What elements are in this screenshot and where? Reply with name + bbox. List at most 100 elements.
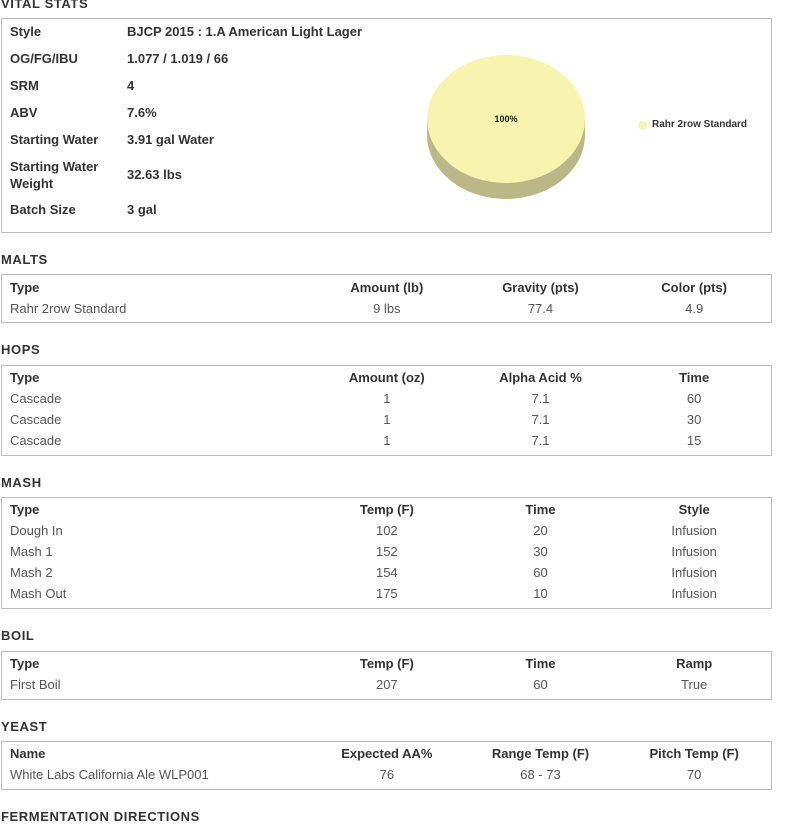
hop-alpha-acid: 7.1	[531, 391, 550, 406]
hops-title: HOPS	[1, 342, 41, 357]
table-header-row: Type Temp (F) Time Ramp	[2, 653, 771, 674]
stat-label: SRM	[10, 78, 39, 93]
mash-step-time: 60	[533, 565, 548, 580]
vital-stats-title: VITAL STATS	[1, 0, 89, 11]
malts-title: MALTS	[1, 252, 48, 267]
hop-time: 60	[686, 391, 702, 406]
col-header-time: Time	[679, 370, 710, 385]
yeast-table-box: Name Expected AA% Range Temp (F) Pitch T…	[1, 741, 772, 790]
col-header-temp: Temp (F)	[359, 656, 414, 671]
hop-alpha-acid: 7.1	[531, 433, 550, 448]
hop-amount: 1	[383, 412, 391, 427]
mash-step-type: Mash 1	[10, 544, 53, 559]
stat-label: Starting Water Weight	[10, 159, 99, 191]
col-header-gravity: Gravity (pts)	[502, 280, 579, 295]
col-header-amount: Amount (lb)	[350, 280, 424, 295]
mash-table: Type Temp (F) Time Style Dough In 102 20…	[2, 499, 771, 604]
boil-title: BOIL	[1, 628, 35, 643]
mash-step-style: Infusion	[671, 586, 717, 601]
yeast-range-temp: 68 - 73	[520, 767, 561, 782]
table-row: Dough In 102 20 Infusion	[2, 520, 771, 541]
malt-amount: 9 lbs	[373, 301, 401, 316]
stat-value: 4	[127, 78, 135, 93]
hop-type: Cascade	[10, 412, 62, 427]
mash-step-time: 20	[533, 523, 548, 538]
table-row: First Boil 207 60 True	[2, 674, 771, 695]
stat-value: 3 gal	[127, 202, 157, 217]
boil-ramp: True	[681, 677, 708, 692]
hop-alpha-acid: 7.1	[531, 412, 550, 427]
mash-step-temp: 175	[375, 586, 398, 601]
col-header-type: Type	[10, 502, 40, 517]
stat-label: Starting Water	[10, 132, 99, 147]
col-header-name: Name	[10, 746, 46, 761]
col-header-range-temp: Range Temp (F)	[491, 746, 590, 761]
table-row: White Labs California Ale WLP001 76 68 -…	[2, 764, 771, 785]
table-header-row: Type Amount (oz) Alpha Acid % Time	[2, 367, 771, 388]
stat-value: 32.63 lbs	[127, 167, 182, 182]
mash-table-box: Type Temp (F) Time Style Dough In 102 20…	[1, 497, 772, 609]
mash-step-type: Mash 2	[10, 565, 53, 580]
table-row: Mash Out 175 10 Infusion	[2, 583, 771, 604]
stat-label: Batch Size	[10, 202, 76, 217]
boil-table: Type Temp (F) Time Ramp First Boil 207 6…	[2, 653, 771, 695]
mash-step-type: Mash Out	[10, 586, 67, 601]
yeast-table: Name Expected AA% Range Temp (F) Pitch T…	[2, 743, 771, 785]
mash-step-style: Infusion	[671, 565, 717, 580]
table-row: Cascade 1 7.1 30	[2, 409, 771, 430]
col-header-pitch-temp: Pitch Temp (F)	[649, 746, 739, 761]
mash-step-style: Infusion	[671, 523, 717, 538]
col-header-time: Time	[525, 502, 556, 517]
table-row: Cascade 1 7.1 15	[2, 430, 771, 451]
table-row: Mash 1 152 30 Infusion	[2, 541, 771, 562]
mash-step-temp: 154	[375, 565, 398, 580]
malt-color: 4.9	[685, 301, 704, 316]
col-header-time: Time	[525, 656, 556, 671]
hop-amount: 1	[383, 391, 391, 406]
pie-slice-label: 100%	[494, 114, 517, 124]
mash-step-temp: 152	[375, 544, 398, 559]
table-header-row: Type Amount (lb) Gravity (pts) Color (pt…	[2, 277, 771, 298]
grain-pie-chart: 100%	[427, 55, 585, 199]
mash-step-temp: 102	[375, 523, 398, 538]
legend-swatch	[638, 121, 647, 130]
boil-temp: 207	[375, 677, 398, 692]
vital-stats-box: Style BJCP 2015 : 1.A American Light Lag…	[1, 18, 772, 233]
hop-time: 15	[686, 433, 702, 448]
boil-type: First Boil	[10, 677, 61, 692]
hops-table-box: Type Amount (oz) Alpha Acid % Time Casca…	[1, 365, 772, 456]
col-header-color: Color (pts)	[661, 280, 728, 295]
table-row: Rahr 2row Standard 9 lbs 77.4 4.9	[2, 298, 771, 319]
col-header-type: Type	[10, 370, 40, 385]
stat-value: 3.91 gal Water	[127, 132, 214, 147]
stat-label: ABV	[10, 105, 38, 120]
boil-table-box: Type Temp (F) Time Ramp First Boil 207 6…	[1, 651, 772, 700]
stat-value: 1.077 / 1.019 / 66	[127, 51, 229, 66]
stat-value: 7.6%	[127, 105, 157, 120]
legend-item-rahr-2row: Rahr 2row Standard	[638, 119, 747, 130]
mash-step-time: 30	[533, 544, 548, 559]
malts-table-box: Type Amount (lb) Gravity (pts) Color (pt…	[1, 274, 772, 323]
col-header-type: Type	[10, 656, 40, 671]
col-header-type: Type	[10, 280, 40, 295]
table-header-row: Type Temp (F) Time Style	[2, 499, 771, 520]
legend-label: Rahr 2row Standard	[652, 119, 748, 130]
col-header-temp: Temp (F)	[359, 502, 414, 517]
mash-step-style: Infusion	[671, 544, 717, 559]
hop-type: Cascade	[10, 391, 62, 406]
col-header-alpha-acid: Alpha Acid %	[499, 370, 582, 385]
hop-type: Cascade	[10, 433, 62, 448]
hop-amount: 1	[383, 433, 391, 448]
yeast-pitch-temp: 70	[686, 767, 702, 782]
table-row: Mash 2 154 60 Infusion	[2, 562, 771, 583]
malt-type: Rahr 2row Standard	[10, 301, 127, 316]
table-row: Cascade 1 7.1 60	[2, 388, 771, 409]
mash-step-type: Dough In	[10, 523, 63, 538]
stat-value: BJCP 2015 : 1.A American Light Lager	[127, 24, 363, 39]
stat-label: Style	[10, 24, 42, 39]
boil-time: 60	[533, 677, 548, 692]
yeast-title: YEAST	[1, 719, 48, 734]
malts-table: Type Amount (lb) Gravity (pts) Color (pt…	[2, 277, 771, 319]
col-header-expected-aa: Expected AA%	[341, 746, 433, 761]
malt-gravity: 77.4	[527, 301, 554, 316]
